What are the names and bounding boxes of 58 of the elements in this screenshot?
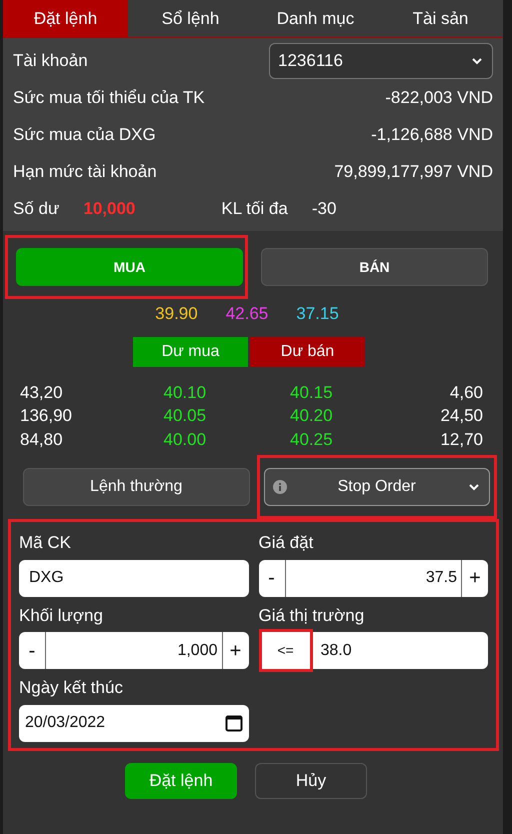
ask-volume: 4,60 bbox=[450, 382, 483, 402]
field-label: Mã CK bbox=[19, 532, 72, 554]
minus-button[interactable]: - bbox=[258, 560, 284, 596]
price-value: 37.15 bbox=[296, 303, 339, 325]
ask-volume: 12,70 bbox=[440, 430, 483, 448]
account-select[interactable]: 1236116 bbox=[269, 42, 493, 78]
field-label: Khối lượng bbox=[19, 604, 104, 626]
date-value: 20/03/2022 bbox=[25, 713, 106, 733]
number-field[interactable]: 37.5 bbox=[284, 560, 462, 596]
info-label: Sức mua tối thiểu của TK bbox=[13, 86, 205, 109]
ask-price: 40.25 bbox=[290, 430, 333, 448]
info-icon bbox=[272, 480, 286, 494]
info-value: -822,003 VND bbox=[385, 86, 493, 109]
field-label: Ngày kết thúc bbox=[19, 677, 124, 699]
balance-label: Số dư bbox=[13, 198, 60, 220]
number-field[interactable]: 1,000 bbox=[45, 632, 222, 669]
info-label: Sức mua của DXG bbox=[13, 124, 156, 146]
tab[interactable]: Sổ lệnh bbox=[128, 0, 253, 37]
info-value: 79,899,177,997 VND bbox=[334, 160, 493, 183]
minus-button[interactable]: - bbox=[19, 632, 45, 669]
bid-volume: 136,90 bbox=[20, 406, 72, 425]
operator-select[interactable]: <= bbox=[262, 632, 310, 669]
price-value: 42.65 bbox=[226, 303, 268, 325]
plus-button[interactable]: + bbox=[222, 632, 248, 669]
tab[interactable]: Tài sản bbox=[378, 0, 503, 37]
select-value: Stop Order bbox=[338, 477, 416, 497]
order-type-button[interactable]: Lệnh thường bbox=[23, 468, 250, 506]
depth-header: Dư bán bbox=[250, 336, 365, 366]
field-label: Giá đặt bbox=[258, 532, 314, 554]
price-value: 39.90 bbox=[155, 303, 198, 325]
field-value: DXG bbox=[29, 568, 64, 588]
price-field[interactable]: 38.0 bbox=[312, 632, 488, 669]
cancel-button[interactable]: Hủy bbox=[255, 762, 367, 798]
input-field[interactable]: DXG bbox=[19, 560, 248, 596]
tab[interactable]: Danh mục bbox=[253, 0, 378, 37]
info-label: Hạn mức tài khoản bbox=[13, 160, 157, 183]
max-quantity-value: -30 bbox=[312, 198, 336, 220]
bid-price: 40.05 bbox=[164, 406, 206, 425]
max-quantity-label: KL tối đa bbox=[221, 198, 288, 220]
info-value: -1,126,688 VND bbox=[371, 124, 493, 146]
ask-volume: 24,50 bbox=[440, 406, 483, 425]
bid-price: 40.00 bbox=[164, 430, 206, 448]
tab[interactable]: Đặt lệnh bbox=[3, 0, 128, 37]
field-label: Tài khoản bbox=[13, 50, 88, 72]
balance-value: 10,000 bbox=[83, 198, 136, 220]
calendar-icon bbox=[224, 714, 242, 732]
date-field[interactable]: 20/03/2022 bbox=[19, 704, 248, 742]
field-label: Giá thị trường bbox=[258, 604, 366, 626]
select-value: 1236116 bbox=[278, 50, 343, 72]
ask-price: 40.15 bbox=[290, 382, 333, 402]
sell-button[interactable]: BÁN bbox=[261, 248, 488, 286]
depth-header: Dư mua bbox=[133, 336, 248, 366]
ask-price: 40.20 bbox=[290, 406, 333, 425]
bid-volume: 84,80 bbox=[20, 430, 63, 448]
plus-button[interactable]: + bbox=[462, 560, 488, 596]
bid-price: 40.10 bbox=[164, 382, 206, 402]
order-type-select[interactable]: Stop Order bbox=[264, 468, 490, 506]
bid-volume: 43,20 bbox=[20, 382, 63, 402]
